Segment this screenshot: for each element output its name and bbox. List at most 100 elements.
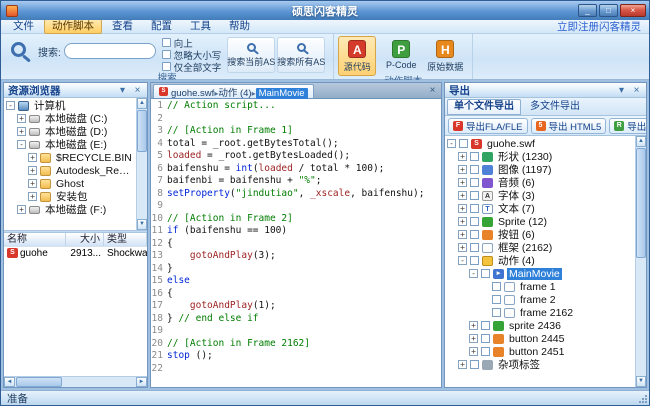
scroll-up-icon[interactable]	[137, 98, 147, 109]
checkbox[interactable]	[470, 256, 479, 265]
search-option[interactable]: 向上	[161, 37, 222, 50]
menu-tab[interactable]: 帮助	[221, 19, 258, 34]
register-link[interactable]: 立即注册闪客精灵	[557, 19, 645, 34]
scroll-thumb[interactable]	[137, 110, 147, 152]
minimize-button[interactable]: _	[578, 4, 597, 17]
tree-expander-icon[interactable]: +	[28, 153, 37, 162]
column-header[interactable]: 类型	[104, 233, 147, 246]
checkbox[interactable]	[161, 62, 171, 71]
panel-menu-icon[interactable]: ▾	[117, 84, 128, 97]
tree-expander-icon[interactable]: -	[458, 256, 467, 265]
tree-item[interactable]: + 音频 (6)	[445, 176, 634, 189]
search-option[interactable]: 仅全部文字	[161, 61, 221, 74]
scroll-thumb[interactable]	[16, 377, 62, 387]
panel-menu-icon[interactable]: ▾	[616, 84, 627, 97]
tree-expander-icon[interactable]: +	[28, 179, 37, 188]
scroll-thumb[interactable]	[636, 148, 646, 258]
search-as-button[interactable]: 搜索当前AS	[227, 37, 275, 73]
tree-item[interactable]: - guohe.swf	[445, 137, 634, 150]
column-header[interactable]: 大小	[66, 233, 104, 246]
checkbox[interactable]	[470, 243, 479, 252]
actionscript-view-button[interactable]: H 原始数据	[426, 36, 464, 76]
maximize-button[interactable]: □	[599, 4, 618, 17]
checkbox[interactable]	[470, 360, 479, 369]
export-scrollbar[interactable]	[635, 136, 646, 387]
checkbox[interactable]	[481, 321, 490, 330]
tree-item[interactable]: - 动作 (4)	[445, 254, 634, 267]
tree-expander-icon[interactable]: +	[469, 347, 478, 356]
tree-item[interactable]: frame 2	[445, 293, 634, 306]
tree-expander-icon[interactable]: -	[17, 140, 26, 149]
tree-expander-icon[interactable]: +	[469, 321, 478, 330]
tree-item[interactable]: + 本地磁盘 (F:)	[4, 203, 135, 216]
tab-close-icon[interactable]: ×	[426, 84, 439, 98]
explorer-scrollbar[interactable]	[136, 98, 147, 230]
checkbox[interactable]	[470, 230, 479, 239]
tree-item[interactable]: + 杂项标签	[445, 358, 634, 371]
tree-item[interactable]: + sprite 2436	[445, 319, 634, 332]
tree-item[interactable]: + 形状 (1230)	[445, 150, 634, 163]
menu-tab[interactable]: 文件	[5, 19, 42, 34]
scroll-right-icon[interactable]	[136, 377, 147, 387]
actionscript-view-button[interactable]: P P-Code	[382, 36, 420, 76]
column-header[interactable]: 名称	[4, 233, 66, 246]
checkbox[interactable]	[481, 269, 490, 278]
close-button[interactable]: ×	[620, 4, 646, 17]
tree-item[interactable]: - MainMovie	[445, 267, 634, 280]
checkbox[interactable]	[481, 347, 490, 356]
code-editor[interactable]: 1 // Action script... 2 3 // [Action in Fram…	[151, 99, 441, 387]
resize-grip[interactable]	[637, 393, 647, 403]
tree-item[interactable]: + 文本 (7)	[445, 202, 634, 215]
tree-item[interactable]: + button 2445	[445, 332, 634, 345]
export-tab[interactable]: 单个文件导出	[447, 99, 521, 115]
tree-expander-icon[interactable]: -	[469, 269, 478, 278]
menu-tab[interactable]: 动作脚本	[44, 19, 102, 34]
editor-tab[interactable]: guohe.swf▸动作 (4)▸MainMovie	[153, 84, 314, 99]
export-button[interactable]: 导出 HTML5	[530, 117, 607, 134]
tree-item[interactable]: + 图像 (1197)	[445, 163, 634, 176]
scroll-up-icon[interactable]	[636, 136, 646, 147]
tree-item[interactable]: frame 2162	[445, 306, 634, 319]
tree-item[interactable]: + Ghost	[4, 177, 135, 190]
tree-expander-icon[interactable]: +	[458, 230, 467, 239]
tree-item[interactable]: + 安装包	[4, 190, 135, 203]
scroll-left-icon[interactable]	[4, 377, 15, 387]
search-input[interactable]	[63, 43, 156, 59]
panel-close-icon[interactable]: ×	[132, 84, 143, 97]
checkbox[interactable]	[470, 165, 479, 174]
tree-expander-icon[interactable]: +	[28, 192, 37, 201]
tree-expander-icon[interactable]: +	[28, 166, 37, 175]
checkbox[interactable]	[161, 38, 171, 47]
checkbox[interactable]	[161, 50, 171, 59]
export-button[interactable]: 导出资源	[609, 117, 646, 134]
tree-expander-icon[interactable]: +	[17, 114, 26, 123]
tree-item[interactable]: + 本地磁盘 (D:)	[4, 125, 135, 138]
tree-expander-icon[interactable]: +	[458, 360, 467, 369]
tree-expander-icon[interactable]: +	[458, 204, 467, 213]
checkbox[interactable]	[470, 204, 479, 213]
tree-item[interactable]: + Sprite (12)	[445, 215, 634, 228]
tree-item[interactable]: - 本地磁盘 (E:)	[4, 138, 135, 151]
tree-item[interactable]: frame 1	[445, 280, 634, 293]
checkbox[interactable]	[492, 282, 501, 291]
breadcrumb-segment[interactable]: MainMovie	[255, 87, 308, 99]
actionscript-view-button[interactable]: A 源代码	[338, 36, 377, 76]
tree-item[interactable]: + $RECYCLE.BIN	[4, 151, 135, 164]
tree-item[interactable]: + 字体 (3)	[445, 189, 634, 202]
tree-item[interactable]: + 框架 (2162)	[445, 241, 634, 254]
scroll-down-icon[interactable]	[636, 376, 646, 387]
checkbox[interactable]	[470, 152, 479, 161]
breadcrumb-segment[interactable]: guohe.swf	[171, 88, 214, 99]
tree-item[interactable]: + 本地磁盘 (C:)	[4, 112, 135, 125]
export-button[interactable]: 导出FLA/FLE	[448, 117, 528, 134]
tree-expander-icon[interactable]: +	[469, 334, 478, 343]
tree-expander-icon[interactable]: +	[458, 165, 467, 174]
tree-expander-icon[interactable]: +	[458, 217, 467, 226]
tree-expander-icon[interactable]: +	[458, 152, 467, 161]
search-option[interactable]: 忽略大小写	[161, 49, 221, 62]
scroll-down-icon[interactable]	[137, 219, 147, 230]
menu-tab[interactable]: 配置	[143, 19, 180, 34]
tree-expander-icon[interactable]: +	[458, 191, 467, 200]
tree-expander-icon[interactable]: +	[458, 243, 467, 252]
tree-item[interactable]: + 按钮 (6)	[445, 228, 634, 241]
